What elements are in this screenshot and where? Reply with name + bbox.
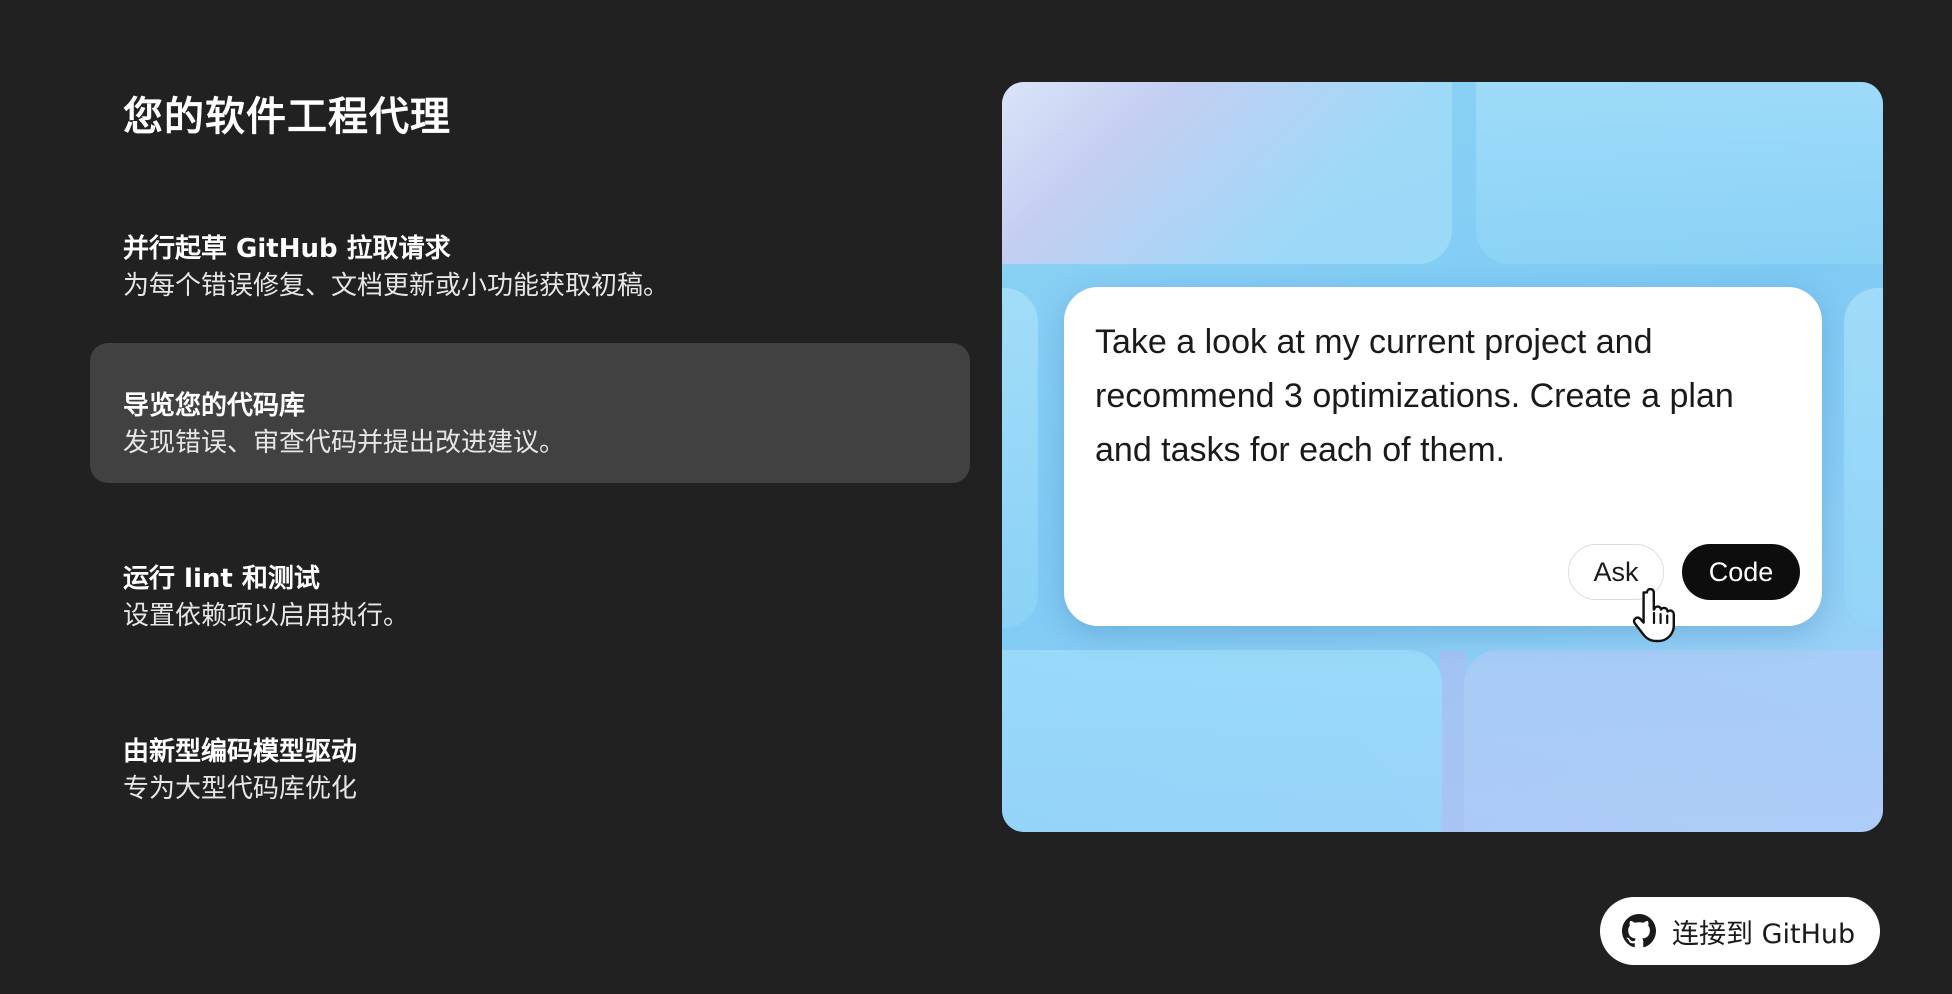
background-tile-seam — [1440, 650, 1466, 832]
prompt-text: Take a look at my current project and re… — [1095, 323, 1734, 469]
background-tile — [1002, 650, 1442, 832]
feature-title: 由新型编码模型驱动 — [123, 737, 358, 767]
page: 您的软件工程代理 并行起草 GitHub 拉取请求 为每个错误修复、文档更新或小… — [0, 0, 1952, 994]
background-tile — [1476, 82, 1883, 264]
code-button[interactable]: Code — [1682, 544, 1800, 600]
background-tile — [1464, 650, 1883, 832]
feature-item-codebase-tour[interactable]: 导览您的代码库 发现错误、审查代码并提出改进建议。 — [90, 343, 970, 483]
preview-card: Take a look at my current project and re… — [1002, 82, 1883, 832]
background-tile — [1002, 288, 1038, 628]
connect-github-button[interactable]: 连接到 GitHub — [1600, 897, 1880, 965]
feature-description: 设置依赖项以启用执行。 — [123, 601, 410, 631]
background-tile — [1844, 288, 1883, 628]
feature-title: 运行 lint 和测试 — [123, 564, 320, 594]
feature-item-lint-tests[interactable]: 运行 lint 和测试 设置依赖项以启用执行。 — [90, 516, 970, 656]
feature-title: 导览您的代码库 — [123, 391, 306, 421]
feature-description: 为每个错误修复、文档更新或小功能获取初稿。 — [123, 271, 670, 301]
connect-github-label: 连接到 GitHub — [1672, 918, 1856, 950]
feature-description: 发现错误、审查代码并提出改进建议。 — [123, 428, 566, 458]
feature-item-coding-model[interactable]: 由新型编码模型驱动 专为大型代码库优化 — [90, 689, 970, 829]
hand-pointer-icon — [1632, 588, 1675, 643]
page-title: 您的软件工程代理 — [123, 94, 451, 140]
background-tile — [1002, 82, 1452, 264]
prompt-box[interactable]: Take a look at my current project and re… — [1064, 287, 1822, 626]
feature-description: 专为大型代码库优化 — [123, 774, 358, 804]
feature-item-pull-requests[interactable]: 并行起草 GitHub 拉取请求 为每个错误修复、文档更新或小功能获取初稿。 — [90, 186, 970, 326]
feature-title: 并行起草 GitHub 拉取请求 — [123, 234, 451, 264]
github-icon — [1622, 914, 1656, 948]
